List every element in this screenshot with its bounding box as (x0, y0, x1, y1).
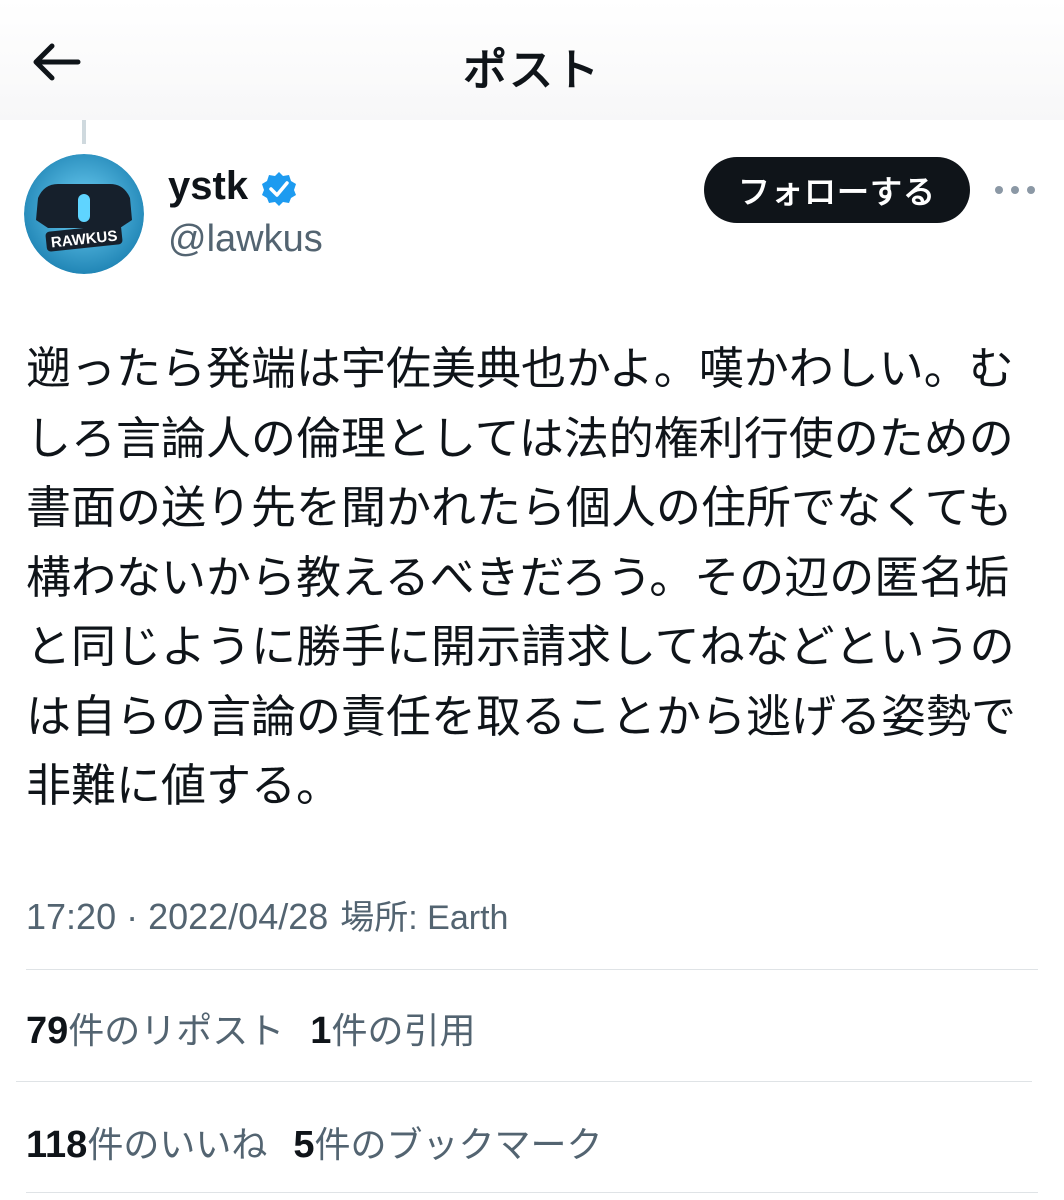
avatar-image: RAWKUS (24, 154, 144, 274)
verified-badge-icon (262, 172, 296, 206)
reposts-label: 件のリポスト (68, 1011, 285, 1052)
more-horizontal-icon (995, 186, 1035, 194)
thread-connector (82, 120, 86, 144)
quotes-label: 件の引用 (331, 1011, 476, 1052)
more-options-button[interactable] (990, 170, 1040, 210)
post-text: 遡ったら発端は宇佐美典也かよ。嘆かわしい。むしろ言論人の倫理としては法的権利行使… (26, 342, 1017, 812)
reposts-count: 79 (26, 1010, 69, 1052)
stats-row-reposts: 79件のリポスト 1件の引用 (26, 1002, 501, 1054)
likes-stat[interactable]: 118件のいいね (26, 1124, 268, 1166)
user-handle[interactable]: @lawkus (168, 218, 323, 261)
quotes-count: 1 (310, 1010, 332, 1052)
divider (16, 1081, 1032, 1082)
follow-button[interactable]: フォローする (704, 157, 970, 223)
display-name[interactable]: ystk (168, 164, 248, 209)
bookmarks-label: 件のブックマーク (314, 1125, 603, 1166)
post-meta: 17:20 · 2022/04/28 場所: Earth (26, 890, 508, 939)
likes-label: 件のいいね (87, 1125, 268, 1166)
page-title: ポスト (463, 45, 601, 96)
divider (26, 969, 1038, 970)
quotes-stat[interactable]: 1件の引用 (310, 1010, 476, 1052)
bookmarks-count: 5 (293, 1124, 315, 1166)
bookmarks-stat[interactable]: 5件のブックマーク (293, 1124, 603, 1166)
top-bar: ポスト (0, 0, 1064, 120)
post-timestamp[interactable]: 17:20 · 2022/04/28 (26, 896, 328, 937)
post-location: 場所: Earth (340, 899, 509, 937)
likes-count: 118 (26, 1124, 88, 1166)
avatar[interactable]: RAWKUS (24, 154, 144, 274)
divider (26, 1192, 1038, 1193)
reposts-stat[interactable]: 79件のリポスト (26, 1010, 285, 1052)
stats-row-likes: 118件のいいね 5件のブックマーク (26, 1116, 628, 1168)
